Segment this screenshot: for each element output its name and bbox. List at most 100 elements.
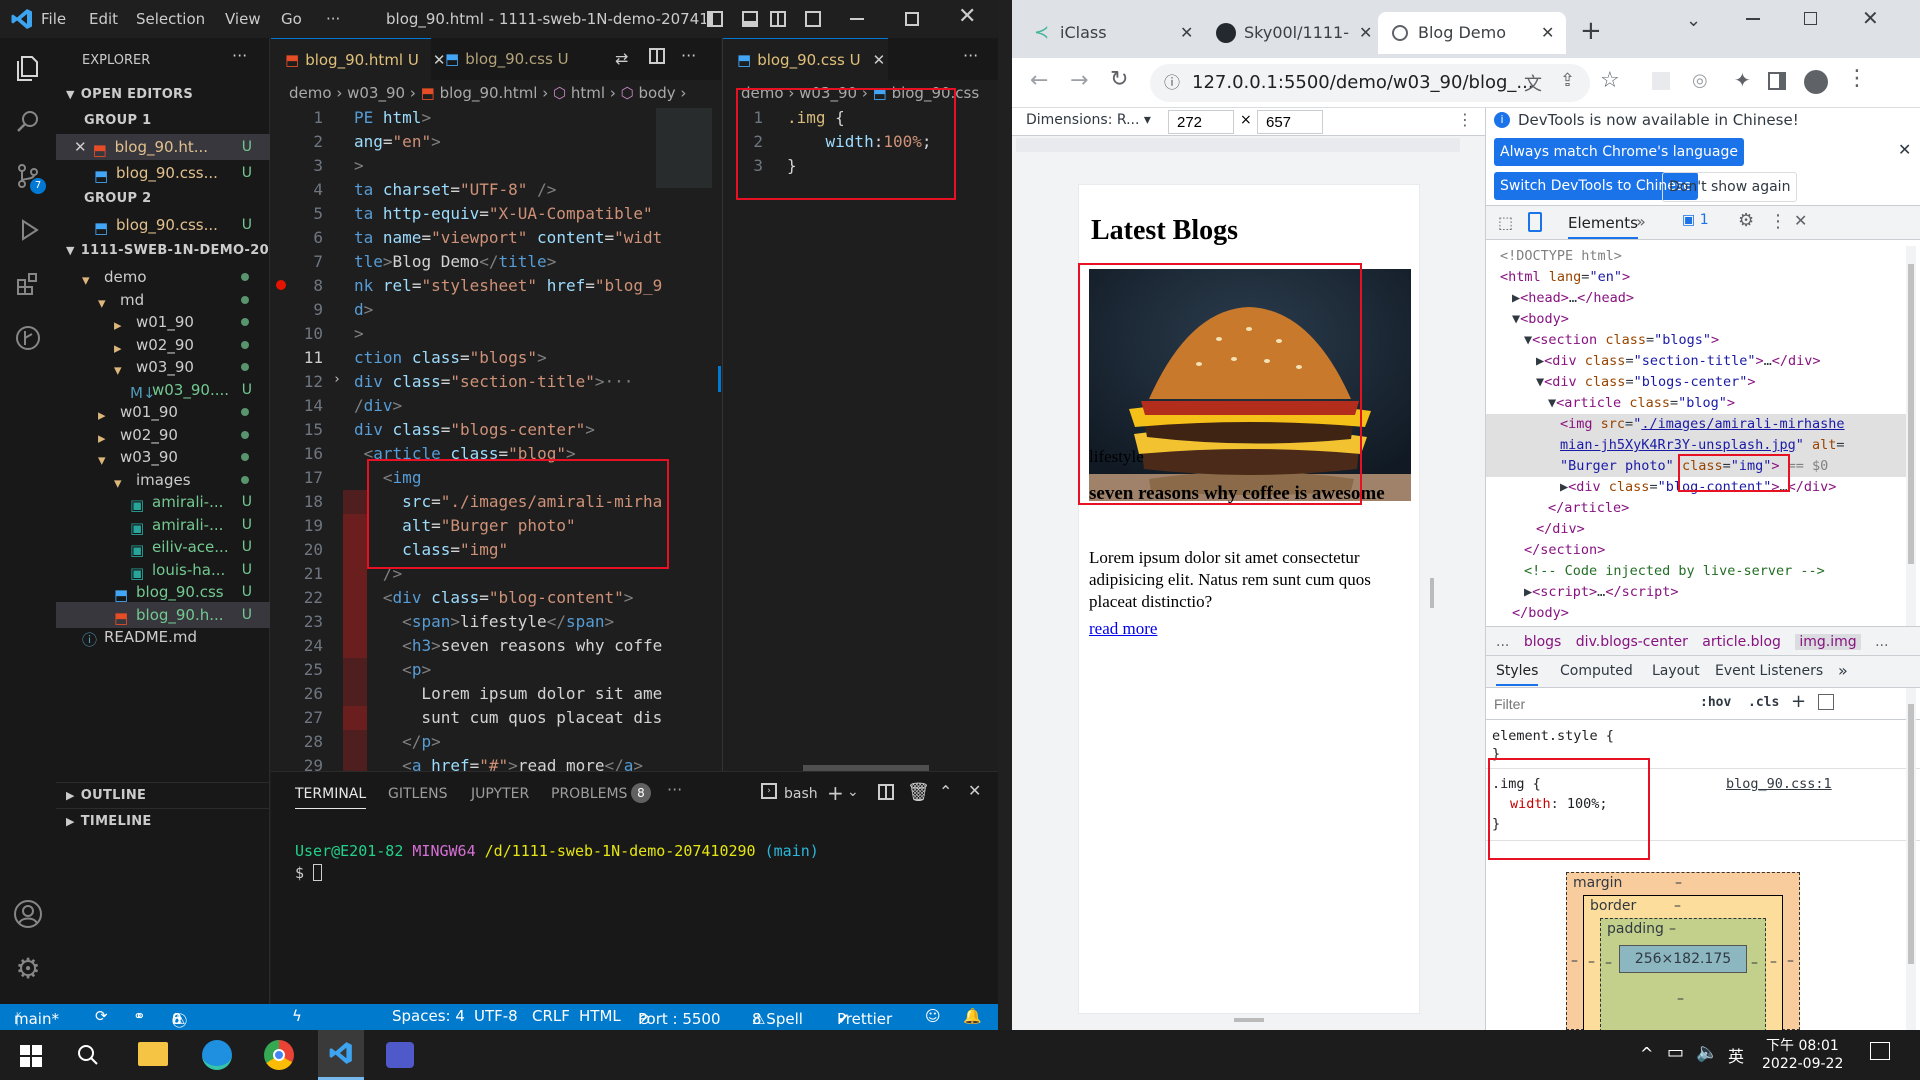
resize-handle-right[interactable]	[1430, 578, 1434, 608]
width-input[interactable]	[1168, 110, 1234, 134]
crumb-item[interactable]: blog_90.html	[440, 84, 538, 102]
code-line[interactable]: nk rel="stylesheet" href="blog_9	[354, 274, 662, 298]
editor-more-icon[interactable]: ···	[681, 46, 696, 65]
maximize-icon[interactable]	[1804, 12, 1817, 25]
extensions-puzzle-icon[interactable]: ✦	[1734, 68, 1751, 92]
chevron-down-icon[interactable]: ⌄	[847, 784, 859, 800]
code-line[interactable]: ta name="viewport" content="widt	[354, 226, 662, 250]
close-devtools-icon[interactable]: ✕	[1794, 211, 1807, 230]
more-tabs-icon[interactable]: »	[1838, 661, 1848, 680]
notifications-icon[interactable]: 🔔	[963, 1007, 982, 1025]
dom-node[interactable]: <!-- Code injected by live-server -->	[1524, 561, 1825, 582]
menu-selection[interactable]: Selection	[136, 10, 205, 28]
code-line[interactable]: .img {	[787, 106, 845, 130]
cls-toggle[interactable]: .cls	[1748, 695, 1779, 710]
feedback-icon[interactable]: ☺	[925, 1007, 941, 1025]
taskbar-search-icon[interactable]	[76, 1043, 100, 1067]
img-rule-declaration[interactable]: width: 100%;	[1510, 794, 1608, 815]
reload-icon[interactable]: ↻	[1110, 67, 1128, 92]
tab-styles[interactable]: Styles	[1496, 663, 1539, 686]
toggle-sidebar-icon[interactable]	[707, 11, 723, 27]
open-editor-item[interactable]: ⬒ blog_90.css... U	[56, 212, 270, 238]
code-line[interactable]: <span>lifestyle</span>	[354, 610, 614, 634]
tab-blog-css[interactable]: ⬒ blog_90.css U	[431, 38, 581, 80]
dom-node[interactable]: ▶<script>…</script>	[1524, 582, 1678, 603]
new-style-rule-icon[interactable]: +	[1791, 691, 1806, 712]
extension-icon[interactable]: ◎	[1692, 70, 1708, 91]
close-panel-icon[interactable]: ✕	[968, 781, 981, 800]
dom-node[interactable]: ▼<body>	[1512, 309, 1569, 330]
language-status[interactable]: HTML	[579, 1007, 621, 1025]
indentation-status[interactable]: Spaces: 4	[392, 1007, 465, 1025]
read-more-link[interactable]: read more	[1089, 619, 1157, 639]
dom-node[interactable]: <img src="./images/amirali-mirhashe	[1486, 414, 1906, 435]
project-header[interactable]: ▼ 1111-SWEB-1N-DEMO-20...	[56, 238, 270, 264]
more-tabs-icon[interactable]: »	[1636, 212, 1646, 231]
code-line[interactable]: PE html>	[354, 106, 431, 130]
code-line[interactable]: d>	[354, 298, 373, 322]
dom-node[interactable]: <html lang="en">	[1500, 267, 1630, 288]
crumb[interactable]: div.blogs-center	[1576, 634, 1688, 650]
tab-problems[interactable]: PROBLEMS	[551, 786, 627, 802]
editor-more-icon[interactable]: ···	[963, 46, 978, 65]
dom-node[interactable]: ▶<head>…</head>	[1512, 288, 1634, 309]
device-toolbar-icon[interactable]	[1528, 212, 1542, 232]
tab-layout[interactable]: Layout	[1652, 663, 1700, 679]
source-control-icon[interactable]: 7	[10, 158, 46, 194]
close-window-icon[interactable]: ✕	[1862, 6, 1879, 30]
menu-edit[interactable]: Edit	[89, 10, 118, 28]
crumb-item[interactable]: demo	[741, 84, 784, 102]
code-line[interactable]: <article class="blog">	[354, 442, 576, 466]
add-terminal-icon[interactable]: +	[827, 781, 844, 805]
tab-gitlens[interactable]: GITLENS	[388, 786, 448, 802]
crumb-item[interactable]: body	[639, 84, 676, 102]
code-line[interactable]: ta http-equiv="X-UA-Compatible"	[354, 202, 653, 226]
code-line[interactable]: </p>	[354, 730, 441, 754]
computed-sidebar-icon[interactable]	[1818, 694, 1834, 710]
volume-icon[interactable]: 🔈	[1696, 1042, 1718, 1063]
tab-blog-demo[interactable]: Blog Demo ✕	[1378, 12, 1566, 54]
crumb-item[interactable]: html	[571, 84, 605, 102]
issues-badge[interactable]: ▣ 1	[1682, 212, 1709, 228]
dom-node[interactable]: "Burger photo" class="img"> == $0	[1486, 456, 1906, 477]
code-line[interactable]: <img	[354, 466, 422, 490]
split-terminal-icon[interactable]	[878, 784, 894, 800]
dom-tree[interactable]: <!DOCTYPE html> <html lang="en"> ▶<head>…<…	[1486, 246, 1906, 626]
dom-node[interactable]: </section>	[1524, 540, 1605, 561]
minimize-icon[interactable]	[850, 18, 864, 20]
bookmark-star-icon[interactable]: ☆	[1600, 68, 1620, 93]
tab-event-listeners[interactable]: Event Listeners	[1715, 663, 1823, 679]
terminal-input-line[interactable]: $	[295, 864, 323, 882]
crumb-selected[interactable]: img.img	[1795, 634, 1861, 650]
customize-layout-icon[interactable]	[805, 11, 821, 27]
dom-node[interactable]: </article>	[1548, 498, 1629, 519]
edge-icon[interactable]	[202, 1040, 232, 1070]
code-line[interactable]: ction class="blogs">	[354, 346, 547, 370]
run-debug-icon[interactable]	[10, 212, 46, 248]
show-hidden-icons[interactable]: ^	[1640, 1044, 1653, 1063]
code-line[interactable]: ang="en">	[354, 130, 441, 154]
code-line[interactable]: <a href="#">read more</a>	[354, 754, 643, 771]
windows-start-icon[interactable]	[20, 1045, 42, 1067]
code-line[interactable]: >	[354, 154, 364, 178]
code-line[interactable]: sunt cum quos placeat dis	[354, 706, 662, 730]
toggle-secondary-sidebar-icon[interactable]	[770, 11, 786, 27]
tab-iclass[interactable]: ≺ iClass ✕	[1020, 12, 1200, 54]
tab-search-icon[interactable]: ⌄	[1686, 10, 1701, 31]
network-icon[interactable]: ▭	[1667, 1042, 1684, 1063]
clock-date[interactable]: 2022-09-22	[1762, 1056, 1843, 1072]
open-editor-item[interactable]: ⬒ blog_90.css... U	[56, 160, 270, 186]
media-query-bar[interactable]	[1016, 138, 1460, 152]
close-window-icon[interactable]: ✕	[958, 4, 976, 29]
crumb-item[interactable]: demo	[289, 84, 332, 102]
crumb[interactable]: ...	[1875, 634, 1888, 650]
dom-node[interactable]: ▼<div class="blogs-center">	[1536, 372, 1756, 393]
menu-file[interactable]: File	[41, 10, 66, 28]
compare-icon[interactable]: ⇄	[615, 49, 628, 68]
group1-header[interactable]: GROUP 1	[56, 108, 270, 134]
ime-indicator[interactable]: 英	[1728, 1043, 1744, 1067]
new-tab-icon[interactable]: +	[1580, 16, 1602, 46]
shell-name[interactable]: bash	[784, 786, 818, 802]
toggle-panel-icon[interactable]	[742, 11, 758, 27]
fold-chevron-icon[interactable]: ›	[333, 368, 341, 392]
